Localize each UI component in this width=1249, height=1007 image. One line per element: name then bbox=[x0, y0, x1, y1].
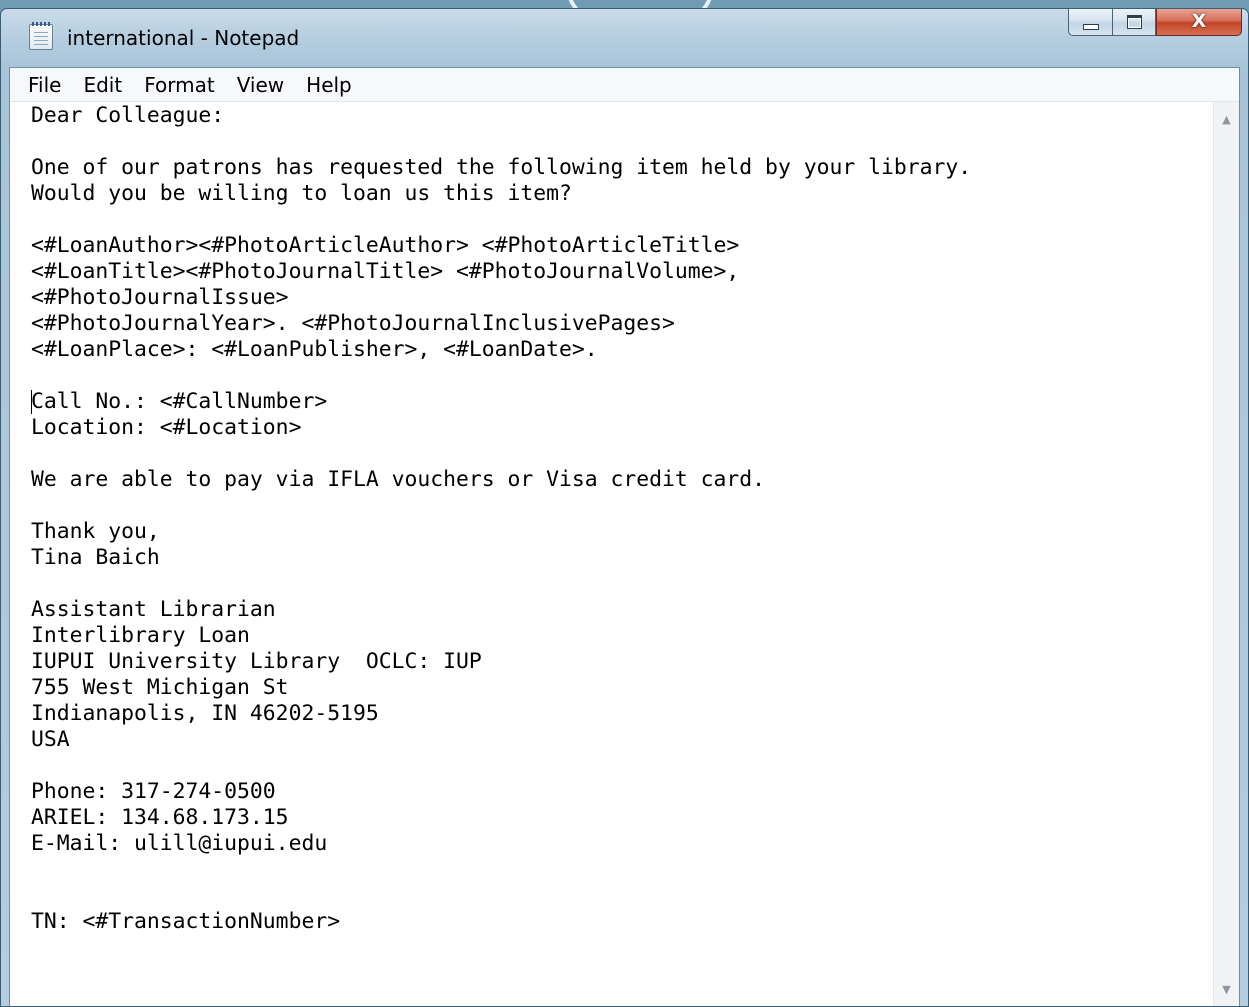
text-caret bbox=[31, 390, 32, 414]
close-button[interactable]: X bbox=[1156, 9, 1242, 36]
document-text[interactable]: Dear Colleague: One of our patrons has r… bbox=[10, 102, 1213, 935]
close-icon: X bbox=[1191, 10, 1207, 32]
scroll-up-icon[interactable]: ▲ bbox=[1214, 106, 1239, 132]
maximize-icon bbox=[1126, 14, 1142, 29]
minimize-icon bbox=[1082, 23, 1099, 30]
notepad-icon[interactable] bbox=[29, 22, 53, 50]
window-title: international - Notepad bbox=[67, 26, 300, 50]
menu-help[interactable]: Help bbox=[298, 70, 360, 100]
title-bar[interactable]: international - Notepad X bbox=[1, 9, 1248, 67]
scroll-down-icon[interactable]: ▼ bbox=[1214, 976, 1239, 1002]
text-editor[interactable]: Dear Colleague: One of our patrons has r… bbox=[10, 102, 1213, 1006]
menu-edit[interactable]: Edit bbox=[75, 70, 130, 100]
menu-file[interactable]: File bbox=[20, 70, 69, 100]
minimize-button[interactable] bbox=[1068, 9, 1112, 36]
menu-format[interactable]: Format bbox=[136, 70, 222, 100]
menu-view[interactable]: View bbox=[229, 70, 292, 100]
menu-bar: File Edit Format View Help bbox=[10, 68, 1239, 102]
notepad-window: international - Notepad X File Edit Form… bbox=[0, 8, 1249, 1007]
maximize-button[interactable] bbox=[1112, 9, 1156, 36]
vertical-scrollbar[interactable]: ▲ ▼ bbox=[1213, 102, 1239, 1006]
caption-buttons: X bbox=[1068, 9, 1242, 38]
client-area: File Edit Format View Help Dear Colleagu… bbox=[9, 67, 1240, 1006]
